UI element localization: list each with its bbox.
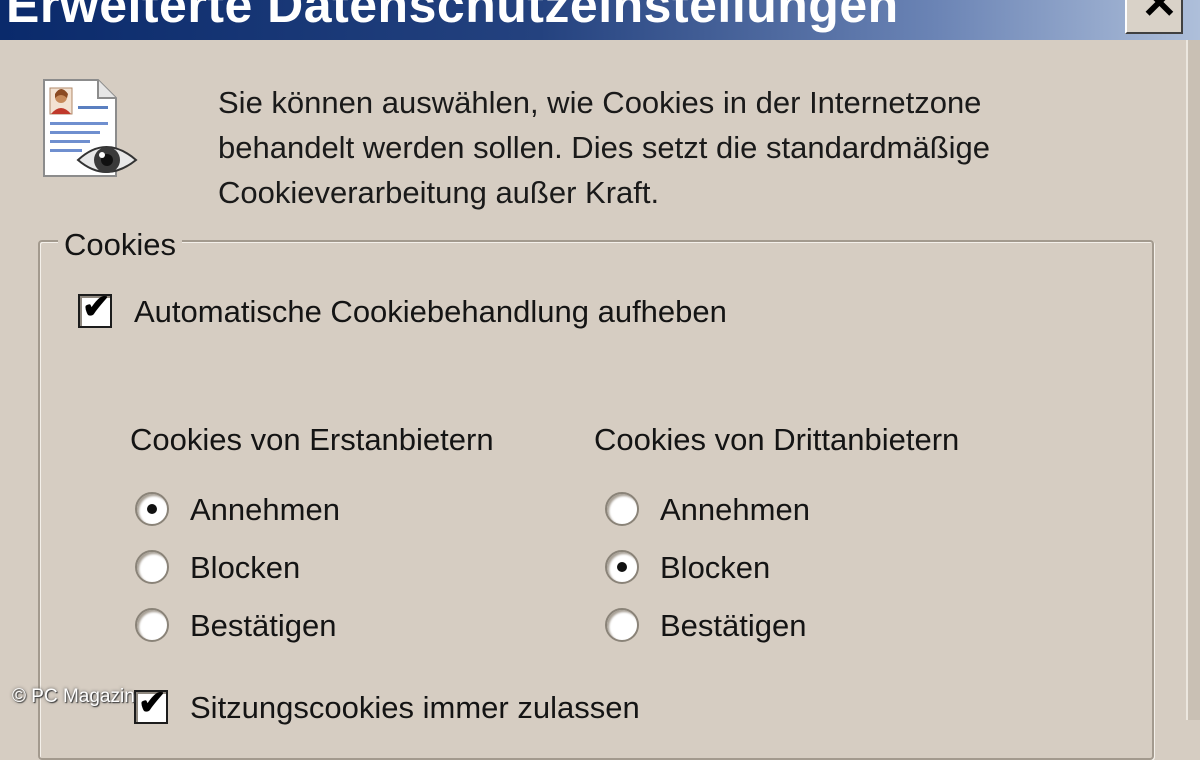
override-checkbox-label[interactable]: Automatische Cookiebehandlung aufheben [134,292,727,332]
override-checkbox[interactable]: ✔ [78,290,112,328]
checkmark-icon: ✔ [138,684,167,722]
title-bar: Erweiterte Datenschutzeinstellungen [0,0,1200,40]
third-party-radio-confirm[interactable] [605,608,639,642]
copyright-watermark: © PC Magazin [12,686,135,707]
session-cookies-label[interactable]: Sitzungscookies immer zulassen [190,688,640,728]
third-party-label-block[interactable]: Blocken [660,548,770,588]
first-party-label-confirm[interactable]: Bestätigen [190,606,337,646]
first-party-label-accept[interactable]: Annehmen [190,490,340,530]
third-party-label-accept[interactable]: Annehmen [660,490,810,530]
third-party-radio-block[interactable] [605,550,639,584]
intro-line: behandelt werden sollen. Dies setzt die … [218,130,991,165]
first-party-label-block[interactable]: Blocken [190,548,300,588]
intro-line: Sie können auswählen, wie Cookies in der… [218,85,982,120]
radio-selected-dot [617,562,627,572]
first-party-radio-accept[interactable] [135,492,169,526]
dialog-frame-edge [1186,40,1200,720]
cookies-group-legend: Cookies [58,222,182,268]
window-title: Erweiterte Datenschutzeinstellungen [6,0,899,33]
third-party-heading: Cookies von Drittanbietern [594,422,960,457]
first-party-radio-block[interactable] [135,550,169,584]
radio-selected-dot [147,504,157,514]
third-party-label-confirm[interactable]: Bestätigen [660,606,807,646]
intro-line: Cookieverarbeitung außer Kraft. [218,175,660,210]
privacy-document-eye-icon [43,79,138,177]
close-button[interactable]: ✕ [1125,0,1183,34]
intro-text: Sie können auswählen, wie Cookies in der… [218,80,1118,215]
first-party-heading: Cookies von Erstanbietern [130,422,494,457]
session-cookies-checkbox[interactable]: ✔ [134,686,168,724]
close-icon: ✕ [1141,0,1178,28]
third-party-radio-accept[interactable] [605,492,639,526]
checkmark-icon: ✔ [82,288,111,326]
first-party-radio-confirm[interactable] [135,608,169,642]
